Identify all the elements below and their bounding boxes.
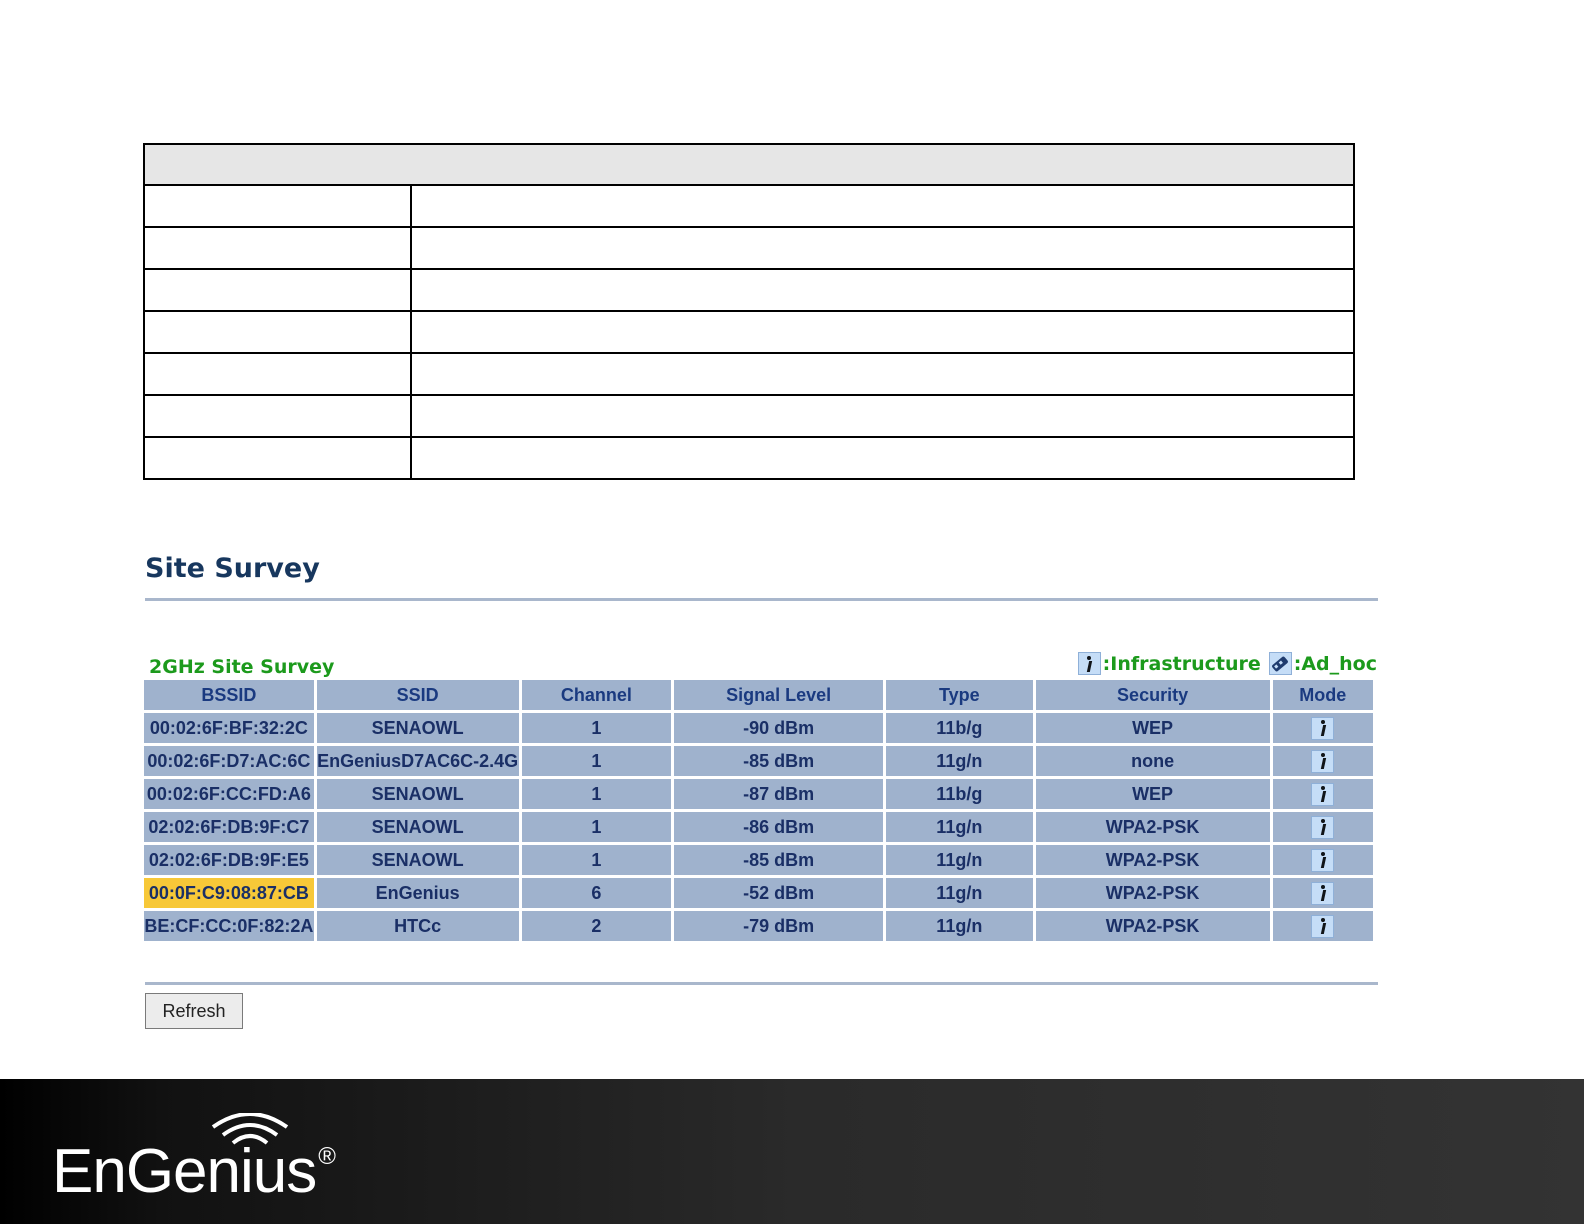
infrastructure-icon: [1311, 749, 1335, 773]
infrastructure-icon: [1311, 815, 1335, 839]
cell-type: 11g/n: [886, 911, 1033, 941]
table-row[interactable]: 00:0F:C9:08:87:CB EnGenius 6 -52 dBm 11g/n WP…: [144, 878, 1373, 908]
cell-type: 11g/n: [886, 878, 1033, 908]
legend-infrastructure-label: :Infrastructure: [1102, 652, 1261, 675]
cell-security: none: [1035, 746, 1270, 776]
table-row[interactable]: 00:02:6F:CC:FD:A6 SENAOWL 1 -87 dBm 11b/g WEP: [144, 779, 1373, 809]
description-row: [143, 352, 1355, 396]
description-row: [143, 436, 1355, 480]
cell-signal-level: -79 dBm: [674, 911, 884, 941]
cell-mode: [1272, 878, 1373, 908]
cell-signal-level: -86 dBm: [674, 812, 884, 842]
column-header-type: Type: [886, 680, 1033, 710]
bottom-divider: [145, 982, 1378, 985]
description-row: [143, 268, 1355, 312]
description-row: [143, 310, 1355, 354]
section-title: 2GHz Site Survey: [149, 656, 335, 678]
column-header-signal-level: Signal Level: [674, 680, 884, 710]
cell-mode: [1272, 746, 1373, 776]
footer-bar: EnGenius®: [0, 1079, 1584, 1224]
page-title: Site Survey: [145, 553, 320, 584]
cell-channel: 1: [521, 812, 672, 842]
infrastructure-icon: [1311, 914, 1335, 938]
description-row: [143, 184, 1355, 228]
column-header-security: Security: [1035, 680, 1270, 710]
infrastructure-icon: [1311, 782, 1335, 806]
cell-bssid[interactable]: 00:0F:C9:08:87:CB: [144, 878, 314, 908]
description-table: [143, 143, 1355, 480]
cell-ssid: HTCc: [316, 911, 519, 941]
cell-mode: [1272, 911, 1373, 941]
description-row: [143, 226, 1355, 270]
cell-mode: [1272, 713, 1373, 743]
cell-security: WEP: [1035, 779, 1270, 809]
cell-channel: 6: [521, 878, 672, 908]
cell-signal-level: -85 dBm: [674, 845, 884, 875]
cell-signal-level: -90 dBm: [674, 713, 884, 743]
cell-bssid[interactable]: BE:CF:CC:0F:82:2A: [144, 911, 314, 941]
engenius-logo: EnGenius®: [52, 1141, 336, 1203]
title-divider: [145, 598, 1378, 601]
mode-legend: :Infrastructure :Ad_hoc: [1077, 652, 1377, 675]
cell-ssid: SENAOWL: [316, 845, 519, 875]
cell-mode: [1272, 812, 1373, 842]
cell-type: 11g/n: [886, 746, 1033, 776]
infrastructure-icon: [1311, 881, 1335, 905]
description-table-header: [143, 143, 1355, 186]
cell-bssid[interactable]: 00:02:6F:D7:AC:6C: [144, 746, 314, 776]
column-header-bssid: BSSID: [144, 680, 314, 710]
cell-signal-level: -85 dBm: [674, 746, 884, 776]
infrastructure-icon: [1311, 716, 1335, 740]
cell-channel: 1: [521, 845, 672, 875]
cell-signal-level: -87 dBm: [674, 779, 884, 809]
cell-type: 11g/n: [886, 812, 1033, 842]
cell-type: 11b/g: [886, 779, 1033, 809]
cell-security: WPA2-PSK: [1035, 812, 1270, 842]
cell-ssid: SENAOWL: [316, 779, 519, 809]
cell-security: WEP: [1035, 713, 1270, 743]
cell-bssid[interactable]: 02:02:6F:DB:9F:E5: [144, 845, 314, 875]
description-row: [143, 394, 1355, 438]
logo-text: EnGenius: [52, 1137, 317, 1206]
cell-type: 11g/n: [886, 845, 1033, 875]
cell-security: WPA2-PSK: [1035, 911, 1270, 941]
table-header-row: BSSID SSID Channel Signal Level Type Sec…: [144, 680, 1373, 710]
column-header-mode: Mode: [1272, 680, 1373, 710]
cell-signal-level: -52 dBm: [674, 878, 884, 908]
cell-ssid: EnGenius: [316, 878, 519, 908]
cell-bssid[interactable]: 00:02:6F:BF:32:2C: [144, 713, 314, 743]
registered-mark: ®: [318, 1143, 336, 1170]
cell-mode: [1272, 845, 1373, 875]
table-row[interactable]: 00:02:6F:BF:32:2C SENAOWL 1 -90 dBm 11b/g WEP: [144, 713, 1373, 743]
cell-channel: 2: [521, 911, 672, 941]
table-row[interactable]: BE:CF:CC:0F:82:2A HTCc 2 -79 dBm 11g/n WPA2-P…: [144, 911, 1373, 941]
column-header-ssid: SSID: [316, 680, 519, 710]
adhoc-icon: [1268, 652, 1292, 675]
cell-security: WPA2-PSK: [1035, 878, 1270, 908]
cell-ssid: EnGeniusD7AC6C-2.4G: [316, 746, 519, 776]
cell-mode: [1272, 779, 1373, 809]
infrastructure-icon: [1311, 848, 1335, 872]
legend-adhoc-label: :Ad_hoc: [1293, 652, 1377, 675]
table-row[interactable]: 00:02:6F:D7:AC:6C EnGeniusD7AC6C-2.4G 1 -85…: [144, 746, 1373, 776]
site-survey-table: BSSID SSID Channel Signal Level Type Sec…: [141, 677, 1376, 944]
table-row[interactable]: 02:02:6F:DB:9F:E5 SENAOWL 1 -85 dBm 11g/n WPA…: [144, 845, 1373, 875]
cell-channel: 1: [521, 713, 672, 743]
cell-channel: 1: [521, 779, 672, 809]
cell-bssid[interactable]: 00:02:6F:CC:FD:A6: [144, 779, 314, 809]
table-row[interactable]: 02:02:6F:DB:9F:C7 SENAOWL 1 -86 dBm 11g/n WPA…: [144, 812, 1373, 842]
cell-ssid: SENAOWL: [316, 713, 519, 743]
cell-ssid: SENAOWL: [316, 812, 519, 842]
cell-type: 11b/g: [886, 713, 1033, 743]
infrastructure-icon: [1077, 652, 1101, 675]
column-header-channel: Channel: [521, 680, 672, 710]
cell-bssid[interactable]: 02:02:6F:DB:9F:C7: [144, 812, 314, 842]
refresh-button[interactable]: Refresh: [145, 993, 243, 1029]
cell-security: WPA2-PSK: [1035, 845, 1270, 875]
cell-channel: 1: [521, 746, 672, 776]
